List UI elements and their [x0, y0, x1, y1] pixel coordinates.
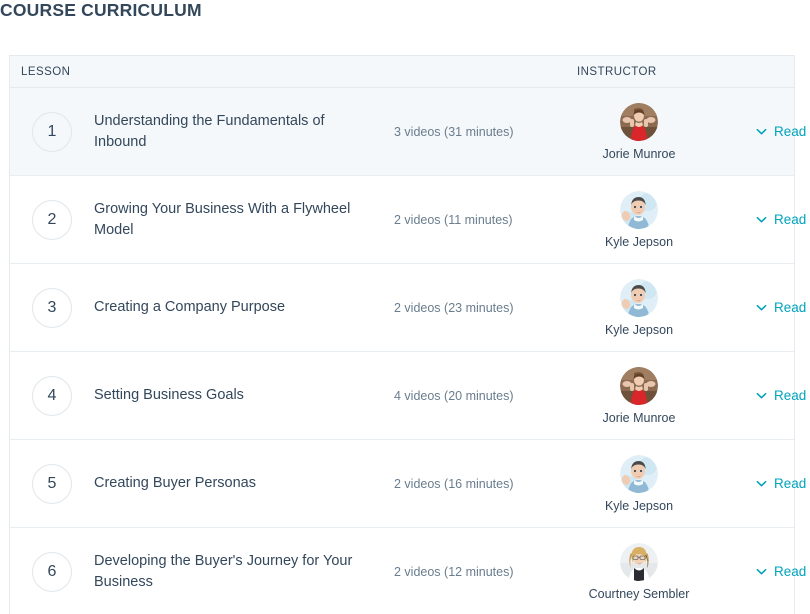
lesson-video-count: 2 videos (16 minutes)	[394, 476, 514, 491]
lesson-title[interactable]: Creating Buyer Personas	[94, 473, 380, 494]
instructor-cell: Kyle Jepson	[574, 454, 704, 513]
lesson-video-count: 4 videos (20 minutes)	[394, 388, 514, 403]
lesson-number-cell: 4	[10, 375, 94, 416]
lesson-title-cell: Understanding the Fundamentals of Inboun…	[94, 111, 394, 153]
table-row[interactable]: 6 Developing the Buyer's Journey for Your…	[10, 528, 810, 614]
lesson-number-badge: 2	[32, 199, 72, 240]
column-header-lesson: LESSON	[21, 65, 71, 78]
lesson-title[interactable]: Setting Business Goals	[94, 385, 380, 406]
lesson-title[interactable]: Understanding the Fundamentals of Inboun…	[94, 111, 380, 153]
page-title: COURSE CURRICULUM	[0, 0, 202, 20]
instructor-name: Jorie Munroe	[602, 146, 676, 161]
lesson-meta-cell: 2 videos (11 minutes)	[394, 213, 574, 227]
lesson-title-cell: Setting Business Goals	[94, 385, 394, 406]
lesson-meta-cell: 4 videos (20 minutes)	[394, 389, 574, 403]
chevron-down-icon	[756, 390, 767, 401]
chevron-down-icon	[756, 566, 767, 577]
lesson-title-cell: Developing the Buyer's Journey for Your …	[94, 551, 394, 593]
lesson-number-cell: 1	[10, 111, 94, 152]
row-action-cell: Read more	[704, 564, 810, 579]
lesson-title[interactable]: Creating a Company Purpose	[94, 297, 380, 318]
table-row[interactable]: 2 Growing Your Business With a Flywheel M…	[10, 176, 810, 264]
chevron-down-icon	[756, 302, 767, 313]
avatar	[620, 454, 658, 493]
lesson-number-badge: 4	[32, 375, 72, 416]
lesson-meta-cell: 3 videos (31 minutes)	[394, 125, 574, 139]
lesson-meta-cell: 2 videos (16 minutes)	[394, 477, 574, 491]
read-more-label: Read more	[774, 212, 810, 227]
lesson-number-badge: 5	[32, 463, 72, 504]
read-more-label: Read more	[774, 124, 810, 139]
table-header-row: LESSON INSTRUCTOR	[10, 55, 794, 88]
table-row[interactable]: 1 Understanding the Fundamentals of Inbou…	[10, 88, 810, 176]
read-more-link[interactable]: Read more	[756, 564, 810, 579]
lesson-video-count: 2 videos (12 minutes)	[394, 564, 514, 579]
lesson-title[interactable]: Developing the Buyer's Journey for Your …	[94, 551, 380, 593]
instructor-name: Kyle Jepson	[604, 234, 674, 249]
instructor-cell: Courtney Sembler	[574, 542, 704, 601]
avatar	[620, 190, 658, 229]
instructor-name: Kyle Jepson	[604, 498, 674, 513]
row-action-cell: Read more	[704, 124, 810, 139]
read-more-link[interactable]: Read more	[756, 300, 810, 315]
lesson-number-badge: 1	[32, 111, 72, 152]
lesson-number-badge: 6	[32, 551, 72, 592]
lesson-number-badge: 3	[32, 287, 72, 328]
avatar	[620, 542, 658, 581]
column-header-instructor: INSTRUCTOR	[577, 66, 657, 78]
lesson-video-count: 3 videos (31 minutes)	[394, 124, 514, 139]
row-action-cell: Read more	[704, 476, 810, 491]
instructor-name: Jorie Munroe	[602, 410, 676, 425]
course-curriculum-page: COURSE CURRICULUM LESSON INSTRUCTOR 1 Und…	[0, 0, 810, 614]
table-row[interactable]: 5 Creating Buyer Personas 2 videos (16 min…	[10, 440, 810, 528]
lesson-number-cell: 5	[10, 463, 94, 504]
chevron-down-icon	[756, 214, 767, 225]
chevron-down-icon	[756, 478, 767, 489]
avatar	[620, 366, 658, 405]
read-more-link[interactable]: Read more	[756, 388, 810, 403]
read-more-label: Read more	[774, 300, 810, 315]
instructor-cell: Kyle Jepson	[574, 278, 704, 337]
table-row[interactable]: 4 Setting Business Goals 4 videos (20 minu…	[10, 352, 810, 440]
instructor-name: Courtney Sembler	[588, 586, 690, 601]
read-more-link[interactable]: Read more	[756, 476, 810, 491]
lesson-meta-cell: 2 videos (23 minutes)	[394, 301, 574, 315]
lesson-video-count: 2 videos (23 minutes)	[394, 300, 514, 315]
row-action-cell: Read more	[704, 388, 810, 403]
instructor-cell: Jorie Munroe	[574, 102, 704, 161]
avatar	[620, 102, 658, 141]
lesson-title-cell: Creating Buyer Personas	[94, 473, 394, 494]
lesson-number-cell: 2	[10, 199, 94, 240]
instructor-name: Kyle Jepson	[604, 322, 674, 337]
curriculum-table: LESSON INSTRUCTOR 1 Understanding the Fun…	[9, 55, 810, 614]
lesson-title-cell: Growing Your Business With a Flywheel Mo…	[94, 199, 394, 241]
table-row[interactable]: 3 Creating a Company Purpose 2 videos (23 …	[10, 264, 810, 352]
read-more-label: Read more	[774, 388, 810, 403]
lesson-title[interactable]: Growing Your Business With a Flywheel Mo…	[94, 199, 380, 241]
lesson-number-cell: 6	[10, 551, 94, 592]
instructor-cell: Jorie Munroe	[574, 366, 704, 425]
chevron-down-icon	[756, 126, 767, 137]
lesson-title-cell: Creating a Company Purpose	[94, 297, 394, 318]
read-more-link[interactable]: Read more	[756, 124, 810, 139]
read-more-label: Read more	[774, 564, 810, 579]
instructor-cell: Kyle Jepson	[574, 190, 704, 249]
row-action-cell: Read more	[704, 300, 810, 315]
lesson-meta-cell: 2 videos (12 minutes)	[394, 565, 574, 579]
lesson-video-count: 2 videos (11 minutes)	[394, 212, 513, 227]
curriculum-rows: 1 Understanding the Fundamentals of Inbou…	[10, 88, 810, 614]
row-action-cell: Read more	[704, 212, 810, 227]
lesson-number-cell: 3	[10, 287, 94, 328]
avatar	[620, 278, 658, 317]
read-more-label: Read more	[774, 476, 810, 491]
read-more-link[interactable]: Read more	[756, 212, 810, 227]
